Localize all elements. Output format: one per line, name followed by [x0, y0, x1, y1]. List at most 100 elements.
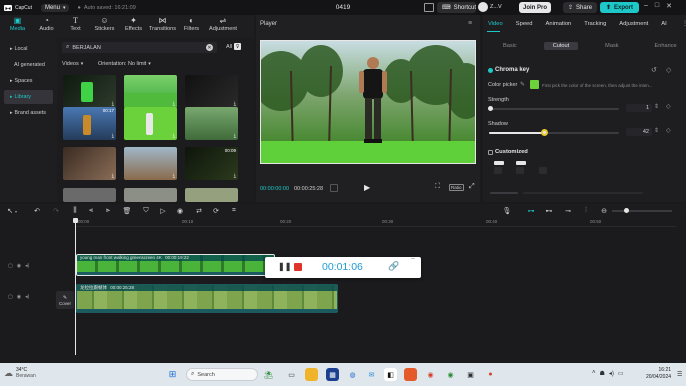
- time-ruler[interactable]: 00:00 00:10 00:20 00:30 00:40 00:50: [76, 218, 676, 227]
- track-audio-icon[interactable]: ◂): [25, 294, 29, 300]
- shadow-slider[interactable]: [489, 129, 619, 136]
- zoom-out-icon[interactable]: ⊖: [599, 206, 609, 216]
- chevron-down-icon[interactable]: ▾: [15, 209, 17, 214]
- shortcut-button[interactable]: ⌨ Shortcut: [437, 2, 476, 13]
- media-thumbnail[interactable]: [63, 188, 116, 202]
- mirror-icon[interactable]: ⇄: [194, 206, 204, 216]
- keyframe-icon[interactable]: ◇: [666, 103, 671, 110]
- reset-icon[interactable]: ↺: [651, 66, 657, 74]
- fit-icon[interactable]: ⛶: [435, 183, 440, 191]
- menu-lines-icon[interactable]: ≡: [468, 20, 472, 27]
- tool-effects[interactable]: ✦ Effects: [120, 16, 147, 32]
- tab-animation[interactable]: Animation: [546, 21, 572, 27]
- subtab-enhance[interactable]: Enhance: [646, 42, 686, 50]
- tool-audio[interactable]: ◔ Audio: [33, 16, 60, 32]
- rotate-icon[interactable]: ⟳: [211, 206, 221, 216]
- tool-stickers[interactable]: ☺ Stickers: [91, 16, 118, 32]
- main-track-magnet-icon[interactable]: ⊶: [526, 206, 536, 216]
- sidebar-item-library[interactable]: ▸ Library: [4, 90, 53, 104]
- media-thumbnail[interactable]: ⤓: [124, 107, 177, 140]
- linkage-icon[interactable]: ⊸: [563, 206, 573, 216]
- play-icon[interactable]: ▶: [364, 183, 370, 192]
- microphone-icon[interactable]: 🎙: [502, 206, 512, 216]
- picked-color-swatch[interactable]: [530, 80, 539, 89]
- preset-swatch[interactable]: [516, 167, 524, 174]
- weather-widget[interactable]: ☁ 34°C Berawan: [4, 367, 36, 379]
- keyframe-icon[interactable]: ◇: [666, 66, 671, 74]
- subtab-cutout[interactable]: Cutout: [543, 42, 579, 50]
- subtab-mask[interactable]: Mask: [596, 42, 627, 50]
- stepper-icon[interactable]: ⇕: [654, 103, 659, 110]
- slider-handle[interactable]: [624, 208, 629, 213]
- track-lock-icon[interactable]: ▢: [8, 263, 13, 269]
- sidebar-item-brand-assets[interactable]: ▸ Brand assets: [4, 106, 53, 120]
- preset-swatch[interactable]: [539, 167, 547, 174]
- media-thumbnail[interactable]: 00:09 ⤓: [185, 147, 238, 180]
- clock[interactable]: 16:21 20/04/2024: [646, 367, 671, 381]
- search-input[interactable]: ⌕ BERJALAN ✕: [62, 42, 217, 53]
- tool-adjustment[interactable]: ⇌ Adjustment: [207, 16, 239, 32]
- media-thumbnail[interactable]: [185, 188, 238, 202]
- download-icon[interactable]: ⤓: [234, 133, 236, 139]
- close-icon[interactable]: ✕: [666, 2, 672, 10]
- clear-search-icon[interactable]: ✕: [206, 44, 213, 51]
- recorder-app-icon[interactable]: ▣: [464, 368, 477, 381]
- speed-icon[interactable]: ◉: [175, 206, 185, 216]
- file-explorer-icon[interactable]: [305, 368, 318, 381]
- shield-icon[interactable]: ⛉: [141, 206, 151, 216]
- media-thumbnail[interactable]: ⤓: [63, 75, 116, 108]
- video-clip-background[interactable]: 龙拉拉跟帧体 00:00:25:28: [76, 284, 338, 313]
- redo-icon[interactable]: ↷: [51, 206, 61, 216]
- media-thumbnail[interactable]: ⤓: [185, 107, 238, 140]
- tab-adjustment[interactable]: Adjustment: [619, 21, 648, 27]
- eyedropper-icon[interactable]: ✎: [520, 81, 525, 88]
- preset-swatch[interactable]: [494, 167, 502, 174]
- media-thumbnail[interactable]: ⤓: [124, 147, 177, 180]
- video-type-dropdown[interactable]: Videos ▾: [62, 61, 83, 67]
- minimize-icon[interactable]: –: [644, 2, 648, 10]
- join-pro-button[interactable]: Join Pro: [519, 2, 552, 13]
- chevron-up-icon[interactable]: ˄: [592, 370, 596, 377]
- chroma-key-toggle[interactable]: Chroma key: [488, 67, 529, 73]
- pause-icon[interactable]: ❚❚: [278, 262, 291, 271]
- battery-icon[interactable]: ▭: [618, 370, 624, 377]
- tool-text[interactable]: T Text: [62, 16, 89, 32]
- cover-button[interactable]: ✎ Cover: [56, 291, 74, 309]
- orientation-dropdown[interactable]: Orientation: No limit ▾: [98, 61, 151, 67]
- playhead-handle[interactable]: [73, 218, 78, 223]
- download-icon[interactable]: ⤓: [173, 173, 175, 179]
- export-button[interactable]: ⬆ Export: [600, 2, 640, 13]
- user-account[interactable]: Z...V: [478, 2, 502, 12]
- strength-input[interactable]: 1: [626, 104, 652, 112]
- track-visible-icon[interactable]: ◉: [17, 263, 21, 269]
- tab-ai[interactable]: AI: [661, 21, 666, 27]
- fullscreen-icon[interactable]: ⤢: [469, 183, 475, 191]
- task-view-icon[interactable]: ▭: [285, 368, 298, 381]
- play-circle-icon[interactable]: ▷: [158, 206, 168, 216]
- playhead[interactable]: [73, 218, 78, 355]
- download-icon[interactable]: ⤓: [112, 133, 114, 139]
- mail-icon[interactable]: ✉: [365, 368, 378, 381]
- customized-slider[interactable]: [490, 192, 518, 194]
- zoom-slider[interactable]: [612, 208, 672, 213]
- stepper-icon[interactable]: ⇕: [654, 127, 659, 134]
- app-icon[interactable]: [404, 368, 417, 381]
- media-thumbnail[interactable]: 00:17 ⤓: [63, 107, 116, 140]
- widgets-icon[interactable]: ⛱: [262, 368, 275, 381]
- maximize-icon[interactable]: □: [655, 2, 659, 10]
- share-button[interactable]: ⇪ Share: [563, 2, 598, 13]
- tool-transitions[interactable]: ⋈ Transitions: [149, 16, 176, 32]
- tool-filters[interactable]: ◐ Filters: [178, 16, 205, 32]
- undo-icon[interactable]: ↶: [32, 206, 42, 216]
- media-thumbnail[interactable]: ⤓: [124, 75, 177, 108]
- video-preview[interactable]: [260, 40, 476, 164]
- tab-video[interactable]: Video: [488, 21, 503, 27]
- more-icon[interactable]: ⋮: [682, 20, 686, 27]
- sidebar-item-local[interactable]: ▸ Local: [4, 42, 53, 56]
- tab-speed[interactable]: Speed: [516, 21, 533, 27]
- strength-slider[interactable]: [488, 106, 619, 111]
- volume-icon[interactable]: ◂): [609, 370, 614, 377]
- download-icon[interactable]: ⤓: [173, 133, 175, 139]
- chrome-profile-icon[interactable]: ◉: [444, 368, 457, 381]
- slider-handle[interactable]: [540, 129, 548, 136]
